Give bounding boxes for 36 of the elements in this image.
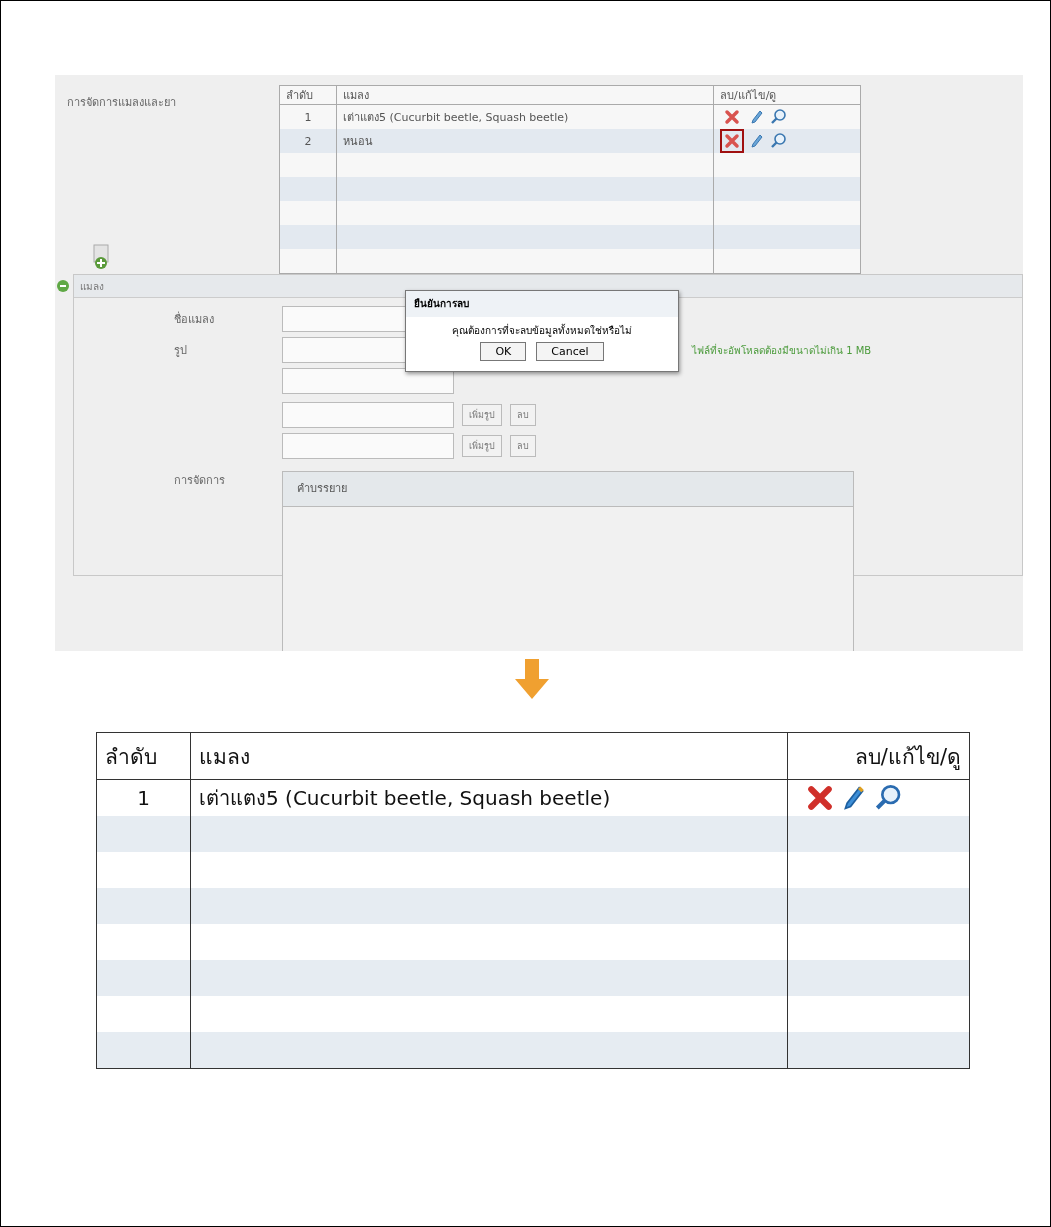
remove-image-button[interactable]: ลบ	[510, 435, 536, 457]
magnifier-icon[interactable]	[770, 132, 788, 150]
collapse-icon[interactable]	[56, 279, 70, 293]
description-box[interactable]: คำบรรยาย	[282, 471, 854, 651]
column-header: แมลง	[190, 732, 788, 780]
delete-icon[interactable]	[720, 129, 744, 153]
dialog-message: คุณต้องการที่จะลบข้อมูลทั้งหมดใช่หรือไม่	[451, 322, 633, 339]
table-cell: หนอน	[336, 129, 714, 153]
add-image-button[interactable]: เพิ่มรูป	[462, 435, 502, 457]
remove-image-button[interactable]: ลบ	[510, 404, 536, 426]
add-image-button[interactable]: เพิ่มรูป	[462, 404, 502, 426]
image-size-note: ไฟล์ที่จะอัพโหลดต้องมีขนาดไม่เกิน 1 MB	[692, 342, 872, 358]
dialog-button[interactable]: OK	[480, 342, 527, 361]
field-label: รูป	[174, 343, 188, 359]
field-label: การจัดการ	[174, 473, 226, 489]
delete-icon[interactable]	[806, 784, 834, 812]
description-header: คำบรรยาย	[283, 472, 853, 507]
pencil-icon[interactable]	[842, 784, 866, 812]
image-input-field[interactable]	[282, 433, 454, 459]
table-cell: 2	[279, 129, 337, 153]
field-label: ชื่อแมลง	[174, 310, 215, 328]
image-input-field[interactable]	[282, 402, 454, 428]
image-input-field[interactable]	[282, 368, 454, 394]
column-header: ลบ/แก้ไข/ดู	[787, 732, 970, 780]
dialog-title: ยืนยันการลบ	[406, 291, 678, 317]
column-header: ลบ/แก้ไข/ดู	[713, 85, 861, 105]
panel-title: แมลง	[79, 279, 104, 294]
magnifier-icon[interactable]	[770, 108, 788, 126]
column-header: แมลง	[336, 85, 714, 105]
dialog-button[interactable]: Cancel	[536, 342, 604, 361]
column-header: ลำดับ	[279, 85, 337, 105]
pencil-icon[interactable]	[750, 109, 764, 125]
column-header: ลำดับ	[96, 732, 191, 780]
pencil-icon[interactable]	[750, 133, 764, 149]
section-label: การจัดการแมลงและยา	[66, 95, 177, 111]
down-arrow-icon	[514, 659, 550, 699]
